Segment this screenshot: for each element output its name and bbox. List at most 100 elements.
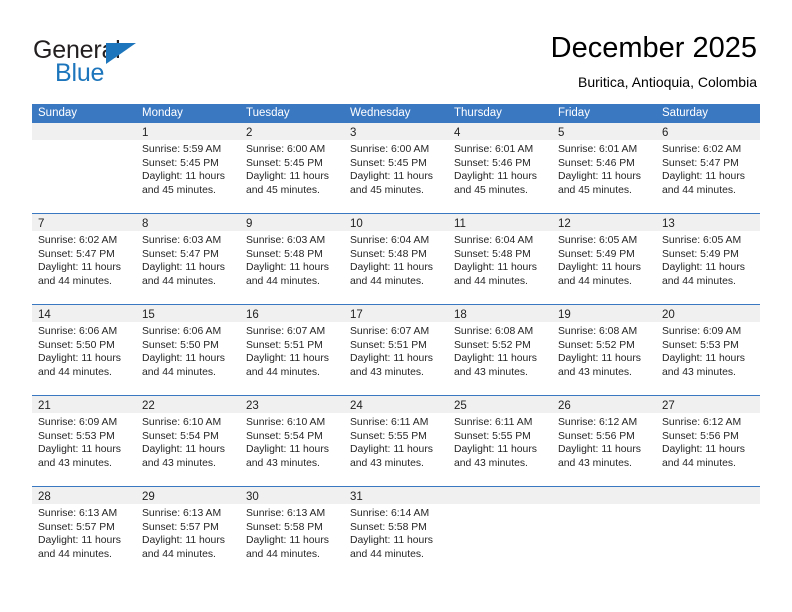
column-header-friday: Friday [552,104,656,123]
day-number-band: 25 [448,396,552,413]
sunset-text: Sunset: 5:58 PM [350,521,427,533]
day-number-band [552,487,656,504]
day-cell-content: 5 Sunrise: 6:01 AM Sunset: 5:46 PM Daylight… [552,123,656,213]
sunset-text: Sunset: 5:56 PM [558,430,635,442]
day-info: Sunrise: 6:10 AM Sunset: 5:54 PM Daylight:… [136,413,240,470]
sunrise-text: Sunrise: 6:02 AM [38,235,118,246]
sunset-text: Sunset: 5:54 PM [142,430,219,442]
day-number [552,491,558,503]
day-number: 31 [350,491,363,503]
calendar-day-cell[interactable]: 29 Sunrise: 6:13 AM Sunset: 5:57 PM Dayligh… [136,486,240,577]
sunset-text: Sunset: 5:48 PM [350,248,427,260]
calendar-day-cell[interactable]: 7 Sunrise: 6:02 AM Sunset: 5:47 PM Daylight… [32,213,136,305]
day-number-band: 26 [552,396,656,413]
day-number-band: 8 [136,214,240,231]
day-number: 1 [142,127,149,139]
calendar-day-cell[interactable]: 25 Sunrise: 6:11 AM Sunset: 5:55 PM Dayligh… [448,395,552,487]
day-number-band: 20 [656,305,760,322]
day-number-band: 7 [32,214,136,231]
calendar-day-cell[interactable]: 10 Sunrise: 6:04 AM Sunset: 5:48 PM Dayligh… [344,213,448,305]
calendar-day-cell[interactable]: 11 Sunrise: 6:04 AM Sunset: 5:48 PM Dayligh… [448,213,552,305]
calendar-body: 1 Sunrise: 5:59 AM Sunset: 5:45 PM Daylight… [32,123,760,577]
day-info: Sunrise: 6:00 AM Sunset: 5:45 PM Daylight:… [240,140,344,197]
general-blue-logo[interactable]: General Blue [33,36,243,92]
calendar-day-cell[interactable]: 14 Sunrise: 6:06 AM Sunset: 5:50 PM Dayligh… [32,304,136,396]
calendar-day-cell[interactable]: 5 Sunrise: 6:01 AM Sunset: 5:46 PM Daylight… [552,123,656,214]
day-number-band [448,487,552,504]
sunset-text: Sunset: 5:50 PM [38,339,115,351]
day-cell-content: 30 Sunrise: 6:13 AM Sunset: 5:58 PM Dayligh… [240,487,344,577]
calendar-day-cell[interactable]: 1 Sunrise: 5:59 AM Sunset: 5:45 PM Daylight… [136,123,240,214]
calendar-day-cell[interactable]: 21 Sunrise: 6:09 AM Sunset: 5:53 PM Dayligh… [32,395,136,487]
logo-word-blue: Blue [55,59,105,87]
sunset-text: Sunset: 5:45 PM [350,157,427,169]
calendar-page: General Blue December 2025 Buritica, Ant… [0,0,792,612]
day-cell-content: 1 Sunrise: 5:59 AM Sunset: 5:45 PM Daylight… [136,123,240,213]
daylight-text: Daylight: 11 hours and 44 minutes. [350,262,433,287]
day-info: Sunrise: 6:04 AM Sunset: 5:48 PM Daylight:… [344,231,448,288]
day-number-band: 12 [552,214,656,231]
sunrise-text: Sunrise: 6:02 AM [662,144,742,155]
sunset-text: Sunset: 5:56 PM [662,430,739,442]
day-info: Sunrise: 6:06 AM Sunset: 5:50 PM Daylight:… [136,322,240,379]
calendar-day-cell[interactable]: 6 Sunrise: 6:02 AM Sunset: 5:47 PM Daylight… [656,123,760,214]
calendar-day-cell[interactable]: 12 Sunrise: 6:05 AM Sunset: 5:49 PM Dayligh… [552,213,656,305]
day-info: Sunrise: 6:08 AM Sunset: 5:52 PM Daylight:… [448,322,552,379]
day-number-band: 2 [240,123,344,140]
calendar-day-cell[interactable]: 9 Sunrise: 6:03 AM Sunset: 5:48 PM Daylight… [240,213,344,305]
daylight-text: Daylight: 11 hours and 45 minutes. [558,171,641,196]
day-number: 27 [662,400,675,412]
calendar-day-cell[interactable]: 26 Sunrise: 6:12 AM Sunset: 5:56 PM Dayligh… [552,395,656,487]
calendar-day-cell[interactable]: 13 Sunrise: 6:05 AM Sunset: 5:49 PM Dayligh… [656,213,760,305]
sunrise-text: Sunrise: 6:08 AM [558,326,638,337]
calendar-empty-cell [448,486,552,577]
sunset-text: Sunset: 5:53 PM [38,430,115,442]
day-number: 7 [38,218,45,230]
day-cell-content: 26 Sunrise: 6:12 AM Sunset: 5:56 PM Dayligh… [552,396,656,486]
calendar-day-cell[interactable]: 30 Sunrise: 6:13 AM Sunset: 5:58 PM Dayligh… [240,486,344,577]
column-header-monday: Monday [136,104,240,123]
sunrise-text: Sunrise: 6:05 AM [662,235,742,246]
day-number: 14 [38,309,51,321]
calendar-day-cell[interactable]: 27 Sunrise: 6:12 AM Sunset: 5:56 PM Dayligh… [656,395,760,487]
calendar-day-cell[interactable]: 18 Sunrise: 6:08 AM Sunset: 5:52 PM Dayligh… [448,304,552,396]
calendar-day-cell[interactable]: 22 Sunrise: 6:10 AM Sunset: 5:54 PM Dayligh… [136,395,240,487]
sunrise-text: Sunrise: 6:07 AM [350,326,430,337]
calendar-day-cell[interactable]: 31 Sunrise: 6:14 AM Sunset: 5:58 PM Dayligh… [344,486,448,577]
calendar-day-cell[interactable]: 24 Sunrise: 6:11 AM Sunset: 5:55 PM Dayligh… [344,395,448,487]
day-number-band: 13 [656,214,760,231]
sunrise-text: Sunrise: 6:05 AM [558,235,638,246]
day-number: 13 [662,218,675,230]
sunrise-text: Sunrise: 6:13 AM [38,508,118,519]
day-info: Sunrise: 6:05 AM Sunset: 5:49 PM Daylight:… [552,231,656,288]
calendar-day-cell[interactable]: 17 Sunrise: 6:07 AM Sunset: 5:51 PM Dayligh… [344,304,448,396]
calendar-day-cell[interactable]: 19 Sunrise: 6:08 AM Sunset: 5:52 PM Dayligh… [552,304,656,396]
calendar-day-cell[interactable]: 2 Sunrise: 6:00 AM Sunset: 5:45 PM Daylight… [240,123,344,214]
sunrise-text: Sunrise: 6:13 AM [246,508,326,519]
day-cell-content: 20 Sunrise: 6:09 AM Sunset: 5:53 PM Dayligh… [656,305,760,395]
column-header-saturday: Saturday [656,104,760,123]
sunset-text: Sunset: 5:49 PM [662,248,739,260]
page-title: December 2025 [550,32,757,64]
calendar-day-cell[interactable]: 8 Sunrise: 6:03 AM Sunset: 5:47 PM Daylight… [136,213,240,305]
daylight-text: Daylight: 11 hours and 43 minutes. [558,353,641,378]
calendar-empty-cell [32,123,136,214]
day-cell-content [32,123,136,213]
daylight-text: Daylight: 11 hours and 45 minutes. [142,171,225,196]
calendar-day-cell[interactable]: 15 Sunrise: 6:06 AM Sunset: 5:50 PM Dayligh… [136,304,240,396]
day-cell-content [552,487,656,577]
calendar-day-cell[interactable]: 4 Sunrise: 6:01 AM Sunset: 5:46 PM Daylight… [448,123,552,214]
day-cell-content: 7 Sunrise: 6:02 AM Sunset: 5:47 PM Daylight… [32,214,136,304]
sunrise-text: Sunrise: 6:06 AM [38,326,118,337]
calendar-day-cell[interactable]: 16 Sunrise: 6:07 AM Sunset: 5:51 PM Dayligh… [240,304,344,396]
day-number-band: 17 [344,305,448,322]
day-number-band: 30 [240,487,344,504]
day-info: Sunrise: 6:05 AM Sunset: 5:49 PM Daylight:… [656,231,760,288]
calendar-day-cell[interactable]: 20 Sunrise: 6:09 AM Sunset: 5:53 PM Dayligh… [656,304,760,396]
calendar-day-cell[interactable]: 23 Sunrise: 6:10 AM Sunset: 5:54 PM Dayligh… [240,395,344,487]
sunset-text: Sunset: 5:58 PM [246,521,323,533]
calendar-week-row: 7 Sunrise: 6:02 AM Sunset: 5:47 PM Daylight… [32,213,760,305]
calendar-day-cell[interactable]: 3 Sunrise: 6:00 AM Sunset: 5:45 PM Daylight… [344,123,448,214]
calendar-day-cell[interactable]: 28 Sunrise: 6:13 AM Sunset: 5:57 PM Dayligh… [32,486,136,577]
page-header: General Blue December 2025 Buritica, Ant… [0,0,792,104]
